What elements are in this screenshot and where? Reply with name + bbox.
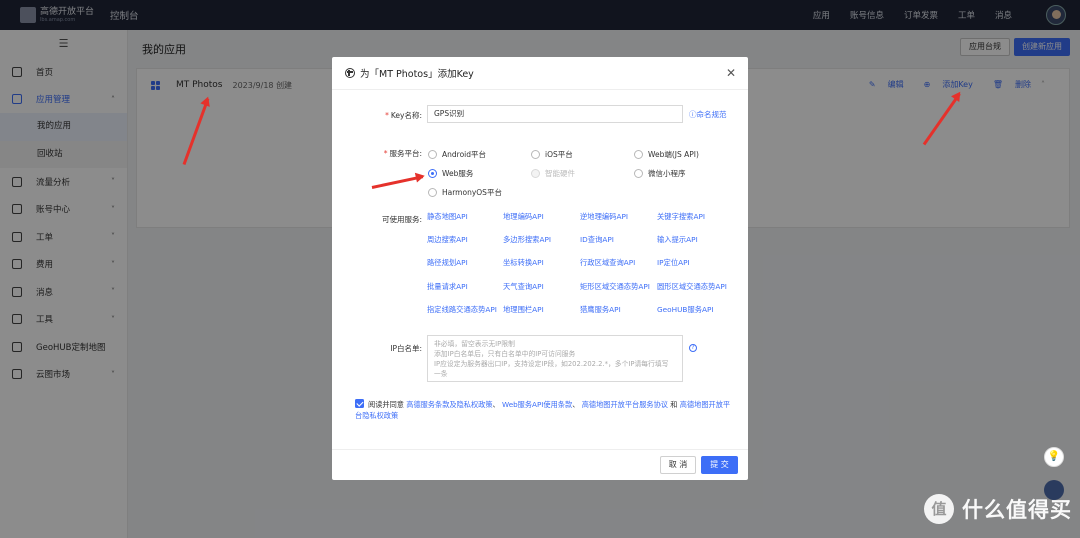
- service-api-link[interactable]: 指定线路交通态势API: [427, 305, 497, 315]
- service-api-link[interactable]: IP定位API: [657, 258, 690, 268]
- platform-label: * 服务平台:: [383, 149, 422, 158]
- service-api-link[interactable]: 静态地图API: [427, 212, 468, 222]
- radio-web-js-api[interactable]: Web端(JS API): [634, 149, 699, 160]
- radio-harmonyos[interactable]: HarmonyOS平台: [428, 187, 502, 198]
- service-api-link[interactable]: 行政区域查询API: [580, 258, 635, 268]
- submit-button[interactable]: 提 交: [701, 456, 738, 474]
- agree-checkbox[interactable]: [355, 399, 364, 408]
- service-api-link[interactable]: 地理围栏API: [503, 305, 544, 315]
- service-api-link[interactable]: 地理编码API: [503, 212, 544, 222]
- lightbulb-icon[interactable]: 💡: [1044, 447, 1064, 467]
- placeholder-line: 添加IP白名单后，只有白名单中的IP可访问服务: [434, 350, 576, 358]
- service-api-link[interactable]: 圆形区域交通态势API: [657, 282, 727, 292]
- service-api-link[interactable]: GeoHUB服务API: [657, 305, 714, 315]
- link-platform-agreement[interactable]: 高德地图开放平台服务协议: [582, 400, 668, 409]
- service-api-link[interactable]: 天气查询API: [503, 282, 544, 292]
- radio-smart-hardware: 智能硬件: [531, 168, 575, 179]
- service-api-link[interactable]: 路径规划API: [427, 258, 468, 268]
- radio-ios[interactable]: iOS平台: [531, 149, 573, 160]
- naming-rules-link[interactable]: ⓘ命名规范: [689, 109, 727, 120]
- ip-whitelist-label: IP白名单:: [390, 344, 422, 353]
- link-terms-privacy[interactable]: 高德服务条款及隐私权政策: [406, 400, 492, 409]
- placeholder-line: 非必填，留空表示无IP限制: [434, 340, 515, 348]
- service-api-link[interactable]: 多边形搜索API: [503, 235, 551, 245]
- watermark-text: 什么值得买: [962, 498, 1072, 522]
- watermark-logo-icon: 值: [924, 494, 954, 524]
- service-api-link[interactable]: 坐标转换API: [503, 258, 544, 268]
- radio-android[interactable]: Android平台: [428, 149, 486, 160]
- link-web-api-terms[interactable]: Web服务API使用条款: [502, 400, 572, 409]
- radio-web-service[interactable]: Web服务: [428, 168, 473, 179]
- service-api-link[interactable]: ID查询API: [580, 235, 614, 245]
- placeholder-line: 一条: [434, 370, 448, 378]
- cancel-button[interactable]: 取 消: [660, 456, 696, 474]
- agreement-text: 阅读并同意 高德服务条款及隐私权政策、 Web服务API使用条款、 高德地图开放…: [355, 399, 731, 420]
- service-api-link[interactable]: 批量请求API: [427, 282, 468, 292]
- help-circle-icon: ⓘ: [689, 110, 697, 119]
- service-api-link[interactable]: 关键字搜索API: [657, 212, 705, 222]
- key-name-label: * Key名称:: [385, 111, 422, 120]
- dialog-title: 为「MT Photos」添加Key: [360, 69, 474, 80]
- service-api-link[interactable]: 矩形区域交通态势API: [580, 282, 650, 292]
- help-circle-icon[interactable]: ?: [689, 344, 697, 352]
- close-icon[interactable]: ✕: [726, 66, 736, 80]
- service-api-link[interactable]: 猎鹰服务API: [580, 305, 621, 315]
- placeholder-line: IP应设定为服务器出口IP，支持设定IP段，如202.202.2.*，多个IP请…: [434, 360, 669, 368]
- plus-circle-icon: [345, 68, 355, 78]
- key-name-input[interactable]: GPS识别: [427, 105, 683, 123]
- service-api-link[interactable]: 输入提示API: [657, 235, 698, 245]
- service-api-link[interactable]: 逆地理编码API: [580, 212, 628, 222]
- services-label: 可使用服务:: [381, 215, 422, 224]
- service-api-link[interactable]: 周边搜索API: [427, 235, 468, 245]
- ip-whitelist-textarea[interactable]: 非必填，留空表示无IP限制 添加IP白名单后，只有白名单中的IP可访问服务 IP…: [427, 335, 683, 382]
- watermark: 值 什么值得买: [924, 494, 1072, 524]
- add-key-dialog: 为「MT Photos」添加Key ✕ * Key名称: GPS识别 ⓘ命名规范 …: [332, 57, 748, 480]
- radio-wechat-miniprogram[interactable]: 微信小程序: [634, 168, 686, 179]
